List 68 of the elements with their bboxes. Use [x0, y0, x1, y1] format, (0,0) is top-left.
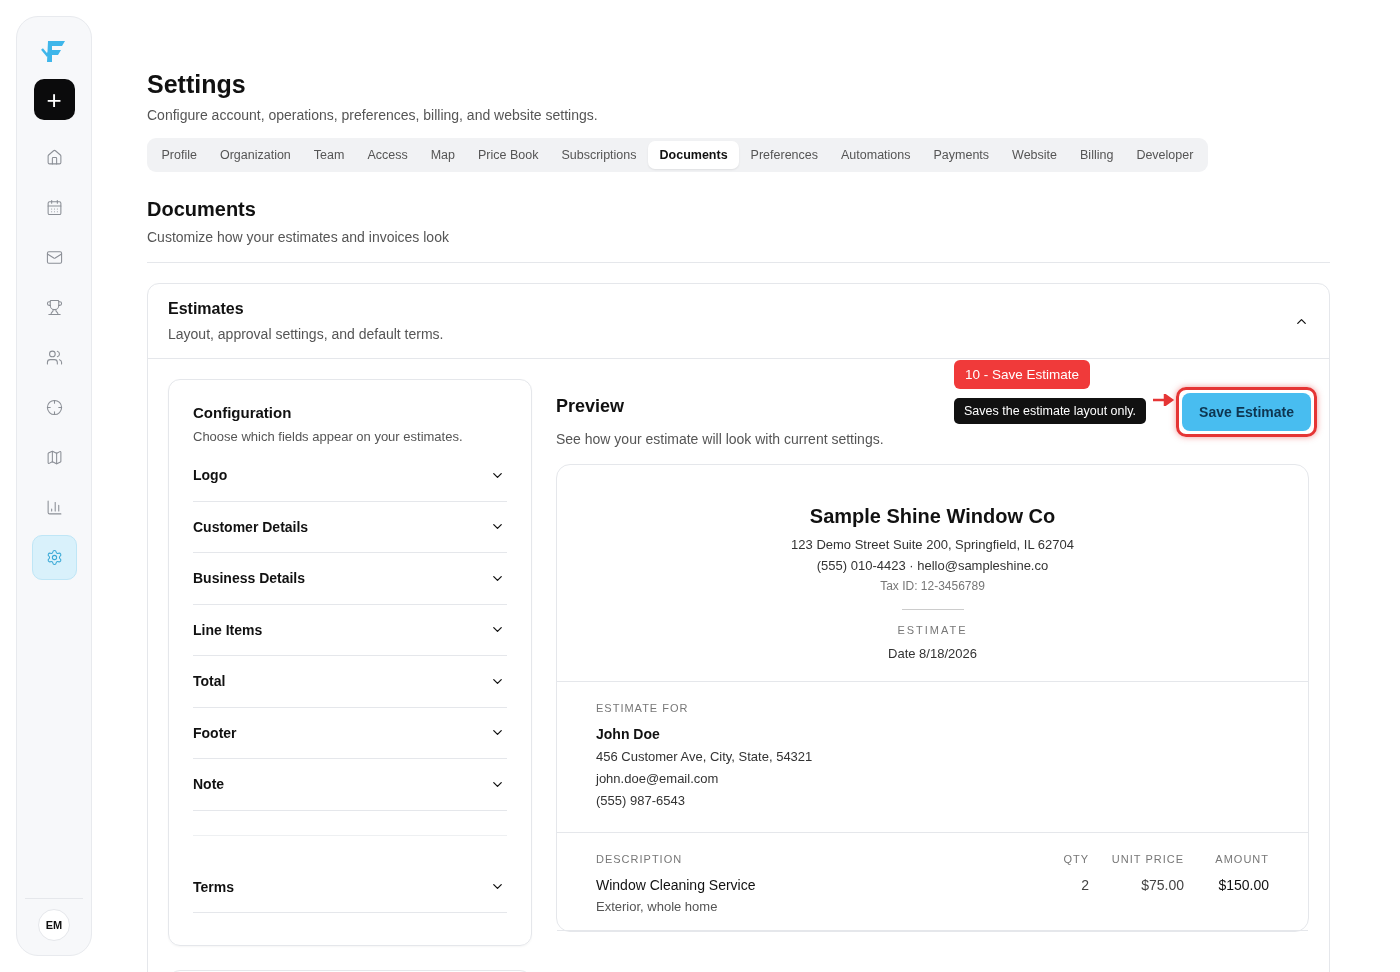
column-header: AMOUNT [1214, 853, 1269, 865]
field-toggle[interactable]: Logo [193, 450, 507, 502]
field-toggle[interactable]: Total [193, 656, 507, 708]
field-toggle[interactable]: Customer Details [193, 501, 507, 553]
tab[interactable]: Map [419, 141, 467, 169]
users-icon [45, 348, 63, 366]
tab[interactable]: Profile [150, 141, 209, 169]
document-label: ESTIMATE [897, 624, 968, 636]
field-toggle[interactable]: Line Items [193, 604, 507, 656]
card-subtitle: Layout, approval settings, and default terms. [168, 326, 444, 342]
tab[interactable]: Website [1000, 141, 1069, 169]
company-contact: (555) 010-4423 · hello@sampleshine.co [816, 558, 1049, 573]
document-date: Date 8/18/2026 [888, 646, 977, 661]
field-toggle[interactable]: Footer [193, 707, 507, 759]
field-toggle[interactable]: Note [193, 759, 507, 811]
page-subtitle: Configure account, operations, preferences, billing, and website settings. [147, 107, 599, 123]
tab[interactable]: Price Book [466, 141, 550, 169]
field-toggle[interactable]: Business Details [193, 553, 507, 605]
customer-detail: 456 Customer Ave, City, State, 54321 [596, 748, 814, 766]
company-address: 123 Demo Street Suite 200, Springfield, IL 62704 [791, 537, 1074, 552]
settings-icon [45, 548, 63, 566]
customer-detail: john.doe@email.com [596, 770, 720, 788]
tab[interactable]: Documents [648, 141, 740, 169]
tax-id: Tax ID: 12-3456789 [880, 579, 985, 593]
bill-to-label: ESTIMATE FOR [596, 702, 690, 714]
tab[interactable]: Team [302, 141, 356, 169]
column-header: UNIT PRICE [1110, 853, 1184, 865]
table-cell-text: $150.00 [1217, 877, 1269, 895]
panel-subtitle: Choose which fields appear on your estimates. [193, 429, 464, 444]
tab[interactable]: Access [355, 141, 420, 169]
item-description: Window Cleaning Service [596, 877, 757, 893]
tab[interactable]: Preferences [739, 141, 830, 169]
save-estimate-button[interactable]: Save Estimate [1182, 393, 1311, 431]
tab[interactable]: Automations [829, 141, 922, 169]
tab[interactable]: Billing [1068, 141, 1125, 169]
item-detail: Exterior, whole home [596, 899, 719, 914]
bar-chart-icon [45, 498, 63, 516]
new-button[interactable]: + [33, 79, 75, 120]
crosshair-icon [45, 398, 63, 416]
preview-title: Preview [556, 396, 626, 417]
home-icon [45, 148, 63, 166]
customer-name: John Doe [596, 726, 661, 742]
table-cell-text: 2 [1080, 877, 1089, 895]
section-title: Documents [147, 198, 257, 221]
card-title: Estimates [168, 300, 245, 318]
trophy-icon [45, 298, 63, 316]
panel-title: Configuration [193, 404, 293, 421]
arrow-icon [1153, 394, 1175, 406]
page-title: Settings [147, 70, 247, 99]
customer-detail: (555) 987-6543 [596, 792, 686, 810]
company-name: Sample Shine Window Co [809, 505, 1056, 528]
tooltip: Saves the estimate layout only. [954, 398, 1147, 424]
avatar[interactable]: EM [38, 909, 70, 941]
table-cell-text: $75.00 [1140, 877, 1184, 895]
map-icon [45, 448, 63, 466]
column-header: QTY [1062, 853, 1089, 865]
column-header: DESCRIPTION [596, 853, 684, 865]
field-toggle[interactable]: Terms [193, 861, 507, 913]
step-badge: 10 - Save Estimate [954, 360, 1091, 389]
tab[interactable]: Subscriptions [549, 141, 648, 169]
nav-button[interactable] [31, 534, 77, 580]
tab[interactable]: Developer [1124, 141, 1205, 169]
section-subtitle: Customize how your estimates and invoices look [147, 229, 450, 245]
tab[interactable]: Payments [922, 141, 1001, 169]
calendar-icon [45, 198, 63, 216]
preview-subtitle: See how your estimate will look with current settings. [556, 431, 884, 447]
mail-icon [45, 248, 63, 266]
tab[interactable]: Organization [208, 141, 303, 169]
